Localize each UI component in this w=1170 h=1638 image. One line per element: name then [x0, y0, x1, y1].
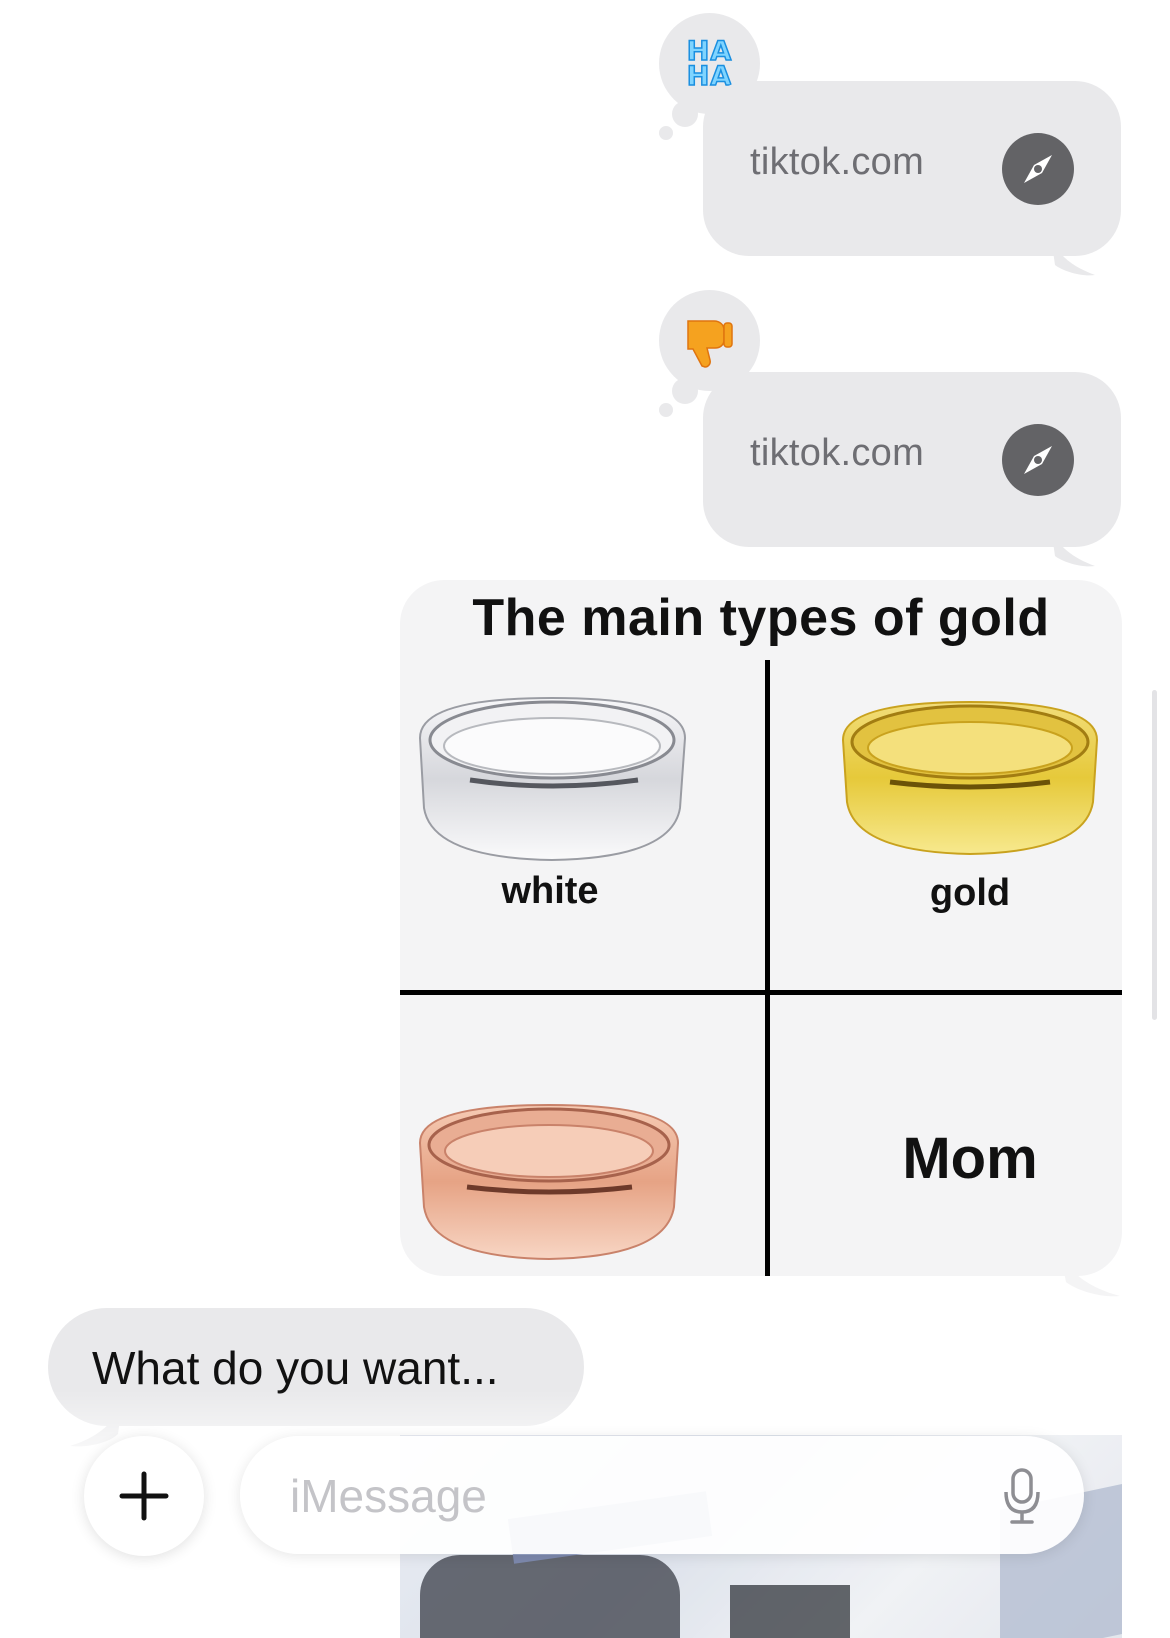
microphone-icon[interactable]: [1000, 1466, 1044, 1526]
link-domain: tiktok.com: [750, 141, 925, 183]
image-message[interactable]: The main types of gold white gold Mom: [400, 580, 1122, 1276]
tapback-tail-dot: [659, 126, 673, 140]
compass-icon[interactable]: [1002, 133, 1074, 205]
input-placeholder: iMessage: [290, 1470, 487, 1522]
plus-icon: [119, 1471, 169, 1521]
cell-label-mom: Mom: [902, 1126, 1038, 1191]
cell-label-gold: gold: [929, 872, 1011, 914]
add-attachment-button[interactable]: [84, 1436, 204, 1556]
yellow-gold-ring-image: [835, 692, 1105, 867]
cell-label-white: white: [501, 870, 599, 912]
compass-icon[interactable]: [1002, 424, 1074, 496]
tapback-tail-dot: [659, 403, 673, 417]
haha-icon: HA HA: [686, 35, 733, 92]
white-ring-image: [410, 688, 695, 878]
link-preview-bubble[interactable]: tiktok.com: [703, 372, 1121, 567]
bubble-tail: [1060, 1252, 1120, 1297]
image-title: The main types of gold: [472, 589, 1050, 647]
bubble-tail: [1051, 237, 1095, 276]
bubble-tail: [1051, 528, 1095, 567]
message-input[interactable]: iMessage: [240, 1436, 1084, 1554]
grid-divider: [400, 990, 1122, 995]
scrollbar[interactable]: [1152, 690, 1157, 1020]
thumbs-down-icon: [686, 319, 733, 368]
link-domain: tiktok.com: [750, 432, 925, 474]
grid-divider: [765, 660, 770, 1276]
link-preview-bubble[interactable]: tiktok.com: [703, 81, 1121, 276]
message-text: What do you want...: [92, 1342, 499, 1394]
rose-gold-ring-image: [412, 1095, 687, 1270]
